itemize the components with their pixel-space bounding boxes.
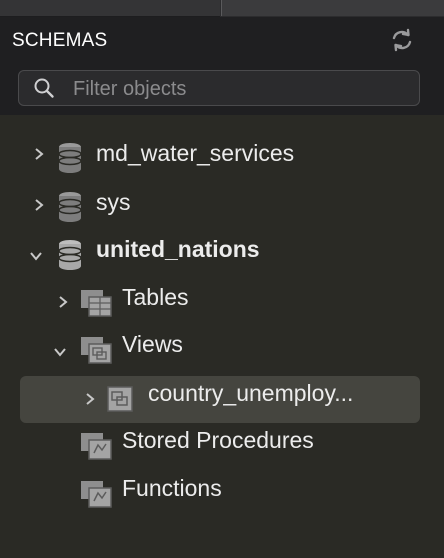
chevron-right-icon[interactable] [32, 198, 46, 212]
tree-item-label: sys [96, 189, 131, 215]
tables-folder-icon [81, 290, 112, 317]
database-icon [58, 143, 82, 173]
schemas-title: SCHEMAS [12, 30, 108, 51]
tab-bar [0, 0, 444, 17]
tree-item-label: country_unemploy... [148, 380, 354, 406]
tree-item-views[interactable]: Views [0, 325, 444, 365]
tree-item-functions[interactable]: Functions [0, 469, 444, 509]
views-folder-icon [81, 337, 112, 364]
tree-item-stored-procedures[interactable]: Stored Procedures [0, 421, 444, 461]
tree-item-label: md_water_services [96, 140, 295, 166]
tree-item-label: Tables [122, 284, 189, 310]
tab-left[interactable] [0, 0, 220, 17]
tab-right[interactable] [221, 0, 444, 16]
chevron-right-icon[interactable] [32, 147, 46, 161]
tree-item-label: Views [122, 331, 183, 357]
tree-item-label: united_nations [96, 236, 260, 262]
database-icon [58, 192, 82, 222]
tree-item-label: Functions [122, 475, 222, 501]
search-icon [34, 78, 54, 98]
chevron-right-icon[interactable] [83, 392, 97, 406]
filter-objects-input[interactable] [71, 75, 415, 103]
tree-item-sys[interactable]: sys [0, 183, 444, 223]
procedures-folder-icon [81, 433, 112, 460]
tree-item-tables[interactable]: Tables [0, 278, 444, 318]
functions-folder-icon [81, 481, 112, 508]
chevron-down-icon[interactable] [53, 345, 67, 359]
tree-item-united-nations[interactable]: united_nations [0, 230, 444, 270]
tree-item-label: Stored Procedures [122, 427, 314, 453]
tree-item-country-unemployment-view[interactable]: country_unemploy... [0, 376, 444, 416]
view-icon [107, 386, 133, 412]
chevron-down-icon[interactable] [29, 249, 43, 263]
tree-item-md-water-services[interactable]: md_water_services [0, 134, 444, 174]
refresh-icon[interactable] [390, 28, 414, 52]
filter-objects-field[interactable] [18, 70, 420, 106]
chevron-right-icon[interactable] [56, 295, 70, 309]
database-icon [58, 240, 82, 270]
